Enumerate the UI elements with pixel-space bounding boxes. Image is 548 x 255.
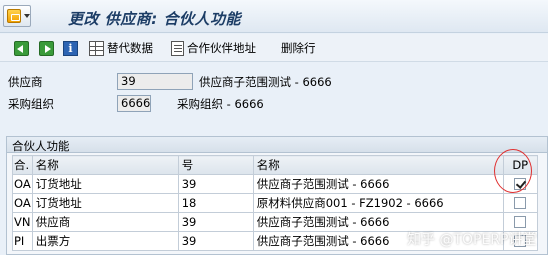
arrow-left-icon: [14, 40, 29, 56]
cell-dp: [502, 193, 538, 213]
next-button[interactable]: [39, 39, 54, 57]
highlight-circle: [494, 149, 532, 193]
table-row[interactable]: OA 订货地址 18 原材料供应商001 - FZ1902 - 6666: [12, 193, 538, 213]
application-toolbar: i 替代数据 合作伙伴地址 删除行: [0, 34, 548, 62]
title-bar: 更改 供应商: 合伙人功能: [0, 0, 548, 33]
previous-button[interactable]: [14, 39, 29, 57]
cell-function-name[interactable]: 供应商: [31, 212, 179, 232]
column-header-partner-name[interactable]: 名称: [252, 155, 504, 175]
cell-function-code[interactable]: OA: [12, 174, 33, 194]
arrow-right-icon: [39, 40, 54, 56]
delete-row-button[interactable]: 删除行: [281, 39, 316, 57]
partner-address-label: 合作伙伴地址: [187, 41, 256, 55]
column-header-number[interactable]: 号: [177, 155, 254, 175]
dp-checkbox[interactable]: [514, 197, 527, 209]
cell-function-name[interactable]: 订货地址: [31, 193, 179, 213]
column-header-function[interactable]: 合.: [12, 155, 33, 175]
cell-function-code[interactable]: VN: [12, 212, 33, 232]
grid-icon: [89, 40, 104, 56]
table-row[interactable]: OA 订货地址 39 供应商子范围测试 - 6666: [12, 174, 538, 194]
cell-function-name[interactable]: 订货地址: [31, 174, 179, 194]
cell-partner-name[interactable]: 原材料供应商001 - FZ1902 - 6666: [252, 193, 504, 213]
group-title: 合伙人功能: [12, 139, 70, 153]
system-menu-button[interactable]: [3, 5, 31, 27]
watermark: 知乎 @TOPERP讲堂: [407, 232, 537, 248]
cell-function-name[interactable]: 出票方: [31, 231, 179, 251]
page-title: 更改 供应商: 合伙人功能: [68, 10, 241, 28]
info-button[interactable]: i: [63, 39, 78, 57]
dp-checkbox[interactable]: [514, 216, 527, 228]
group-header: 合伙人功能: [7, 137, 547, 153]
chevron-down-icon: [24, 14, 30, 18]
cell-function-code[interactable]: OA: [12, 193, 33, 213]
cell-number[interactable]: 18: [177, 193, 254, 213]
replace-data-label: 替代数据: [107, 41, 153, 55]
vendor-label: 供应商: [8, 75, 43, 89]
replace-data-button[interactable]: 替代数据: [89, 39, 153, 57]
cell-function-code[interactable]: PI: [12, 231, 33, 251]
cell-number[interactable]: 39: [177, 174, 254, 194]
purchasing-org-description: 采购组织 - 6666: [177, 97, 264, 111]
document-icon: [171, 40, 184, 56]
table-header-row: 合. 名称 号 名称 DP: [12, 155, 538, 175]
purchasing-org-label: 采购组织: [8, 97, 54, 111]
cell-number[interactable]: 39: [177, 231, 254, 251]
cell-number[interactable]: 39: [177, 212, 254, 232]
delete-row-label: 删除行: [281, 41, 316, 55]
partner-address-button[interactable]: 合作伙伴地址: [171, 39, 256, 57]
info-icon: i: [63, 40, 78, 56]
vendor-description: 供应商子范围测试 - 6666: [199, 75, 332, 89]
vendor-field[interactable]: 39: [117, 73, 193, 90]
cell-partner-name[interactable]: 供应商子范围测试 - 6666: [252, 174, 504, 194]
column-header-name[interactable]: 名称: [31, 155, 179, 175]
purchasing-org-field[interactable]: 6666: [117, 95, 151, 112]
sap-menu-icon: [7, 9, 21, 23]
